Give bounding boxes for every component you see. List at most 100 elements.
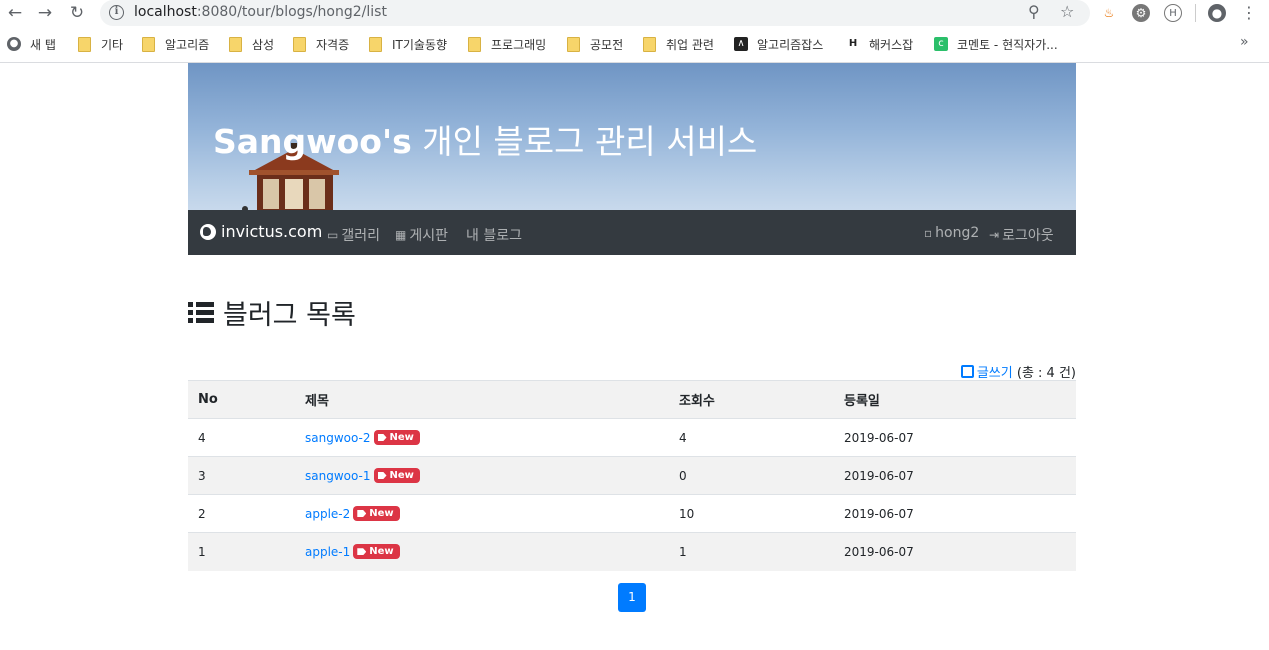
write-label: 글쓰기 (976, 366, 1013, 381)
user-name: hong2 (935, 225, 980, 241)
extension-h-icon[interactable]: H (1164, 4, 1182, 22)
tag-icon (357, 548, 367, 556)
address-bar[interactable]: i localhost:8080/tour/blogs/hong2/list ⚲… (100, 0, 1090, 26)
bookmarks-bar: ● 새 탭 기타 알고리즘 삼성 자격증 IT기술동향 프로그래밍 공모전 취업… (0, 33, 1269, 55)
cell-views: 1 (669, 532, 834, 571)
brand-link[interactable]: invictus.com (200, 222, 322, 241)
bookmark-folder[interactable]: IT기술동향 (369, 33, 447, 55)
site-title: Sangwoo's 개인 블로그 관리 서비스 (213, 115, 757, 163)
folder-icon (567, 36, 580, 52)
write-bar: 글쓰기 (총 : 4 건) (188, 362, 1076, 381)
bookmark-star-icon[interactable]: ☆ (1060, 2, 1074, 21)
folder-icon (78, 36, 91, 52)
post-title-link[interactable]: sangwoo-2 (305, 431, 371, 445)
new-badge: New (353, 544, 400, 560)
write-button[interactable]: 글쓰기 (960, 365, 1013, 381)
bookmark-folder[interactable]: 공모전 (567, 33, 623, 55)
cell-date: 2019-06-07 (834, 494, 1076, 533)
nav-user[interactable]: ▫ hong2 (924, 225, 979, 241)
bookmark-folder[interactable]: 알고리즘 (142, 33, 209, 55)
browser-chrome: ← → ↻ i localhost:8080/tour/blogs/hong2/… (0, 0, 1269, 63)
main-navbar: invictus.com ▭ 갤러리 ▦ 게시판 내 블로그 ▫ hong2 ⇥ 로그아… (188, 210, 1076, 255)
reload-icon[interactable]: ↻ (67, 3, 87, 23)
cell-title: sangwoo-1 New (295, 456, 669, 495)
bookmark-folder[interactable]: 프로그래밍 (468, 33, 546, 55)
url-path: :8080/tour/blogs/hong2/list (196, 4, 387, 20)
site-title-bold: Sangwoo's (213, 122, 412, 161)
bookmark-site[interactable]: c 코멘토 - 현직자가... (934, 33, 1058, 55)
cell-date: 2019-06-07 (834, 418, 1076, 457)
table-row: 3 sangwoo-1 New 0 2019-06-07 (188, 456, 1076, 495)
cell-title: apple-1 New (295, 532, 669, 571)
forward-icon[interactable]: → (35, 3, 55, 23)
tag-icon (357, 510, 367, 517)
url-host: localhost (134, 4, 197, 20)
hackers-site-icon: H (848, 38, 858, 49)
back-icon[interactable]: ← (5, 3, 25, 23)
menu-icon[interactable]: ⋮ (1240, 4, 1258, 22)
folder-icon (142, 36, 155, 52)
new-badge: New (373, 430, 420, 445)
bookmark-label: 취업 관련 (666, 37, 714, 52)
bookmark-label: 프로그래밍 (491, 37, 547, 52)
tag-icon (377, 472, 387, 479)
java-extension-icon[interactable]: ♨ (1100, 4, 1118, 22)
edit-icon (960, 365, 974, 378)
tag-icon (377, 434, 387, 441)
bookmark-new-tab[interactable]: ● 새 탭 (7, 33, 56, 55)
nav-label: 갤러리 (341, 228, 380, 244)
cell-no: 2 (188, 494, 295, 533)
post-title-link[interactable]: apple-1 (305, 545, 350, 559)
bookmark-label: 해커스잡 (869, 37, 914, 52)
nav-label: 게시판 (409, 228, 448, 244)
nav-logout[interactable]: ⇥ 로그아웃 (989, 225, 1054, 245)
bookmark-site[interactable]: ∧ 알고리즘잡스 (734, 33, 823, 55)
new-badge: New (373, 468, 420, 483)
bookmark-label: 자격증 (316, 37, 350, 52)
site-info-icon[interactable]: i (109, 5, 124, 20)
blog-table: No 제목 조회수 등록일 4 sangwoo-2 New 4 2019-06-0… (188, 380, 1076, 571)
nav-my-blog[interactable]: 내 블로그 (466, 225, 522, 245)
folder-icon (293, 36, 306, 52)
bookmark-label: 알고리즘잡스 (757, 37, 824, 52)
cell-no: 1 (188, 532, 295, 571)
zoom-icon[interactable]: ⚲ (1028, 2, 1040, 21)
table-row: 4 sangwoo-2 New 4 2019-06-07 (188, 418, 1076, 457)
extension-gear-icon[interactable]: ⚙ (1132, 4, 1150, 22)
globe-icon (200, 223, 216, 240)
header-banner: Sangwoo's 개인 블로그 관리 서비스 (188, 63, 1076, 210)
post-title-link[interactable]: sangwoo-1 (305, 469, 371, 483)
nav-label: 내 블로그 (466, 228, 522, 244)
folder-icon (229, 36, 242, 52)
folder-icon (468, 36, 481, 52)
total-count: (총 : 4 건) (1016, 366, 1076, 381)
bookmark-site[interactable]: H 해커스잡 (846, 33, 913, 55)
folder-icon (643, 36, 656, 52)
bookmark-label: 공모전 (590, 37, 624, 52)
table-header-row: No 제목 조회수 등록일 (188, 380, 1076, 419)
cell-views: 10 (669, 494, 834, 533)
brand-label: invictus.com (221, 222, 323, 241)
bookmark-folder[interactable]: 삼성 (229, 33, 274, 55)
profile-icon[interactable]: ● (1208, 4, 1226, 22)
nav-gallery[interactable]: ▭ 갤러리 (327, 225, 380, 245)
nav-board[interactable]: ▦ 게시판 (395, 225, 448, 245)
address-url[interactable]: localhost:8080/tour/blogs/hong2/list (134, 4, 387, 20)
sign-out-icon: ⇥ (989, 228, 1000, 242)
algorithm-site-icon: ∧ (734, 37, 748, 51)
column-header-date: 등록일 (834, 380, 1076, 419)
page-title-text: 블러그 목록 (223, 300, 356, 331)
folder-icon (369, 36, 382, 52)
post-title-link[interactable]: apple-2 (305, 507, 350, 521)
bookmarks-overflow-icon[interactable]: » (1240, 34, 1249, 50)
toolbar-separator (1195, 4, 1196, 22)
pagination-page-button[interactable]: 1 (618, 583, 646, 612)
cell-no: 4 (188, 418, 295, 457)
cell-title: apple-2 New (295, 494, 669, 533)
bookmark-folder[interactable]: 취업 관련 (643, 33, 714, 55)
cell-views: 0 (669, 456, 834, 495)
badge-label: New (369, 546, 394, 558)
site-title-rest: 개인 블로그 관리 서비스 (411, 122, 758, 161)
bookmark-folder[interactable]: 자격증 (293, 33, 349, 55)
bookmark-folder[interactable]: 기타 (78, 33, 123, 55)
